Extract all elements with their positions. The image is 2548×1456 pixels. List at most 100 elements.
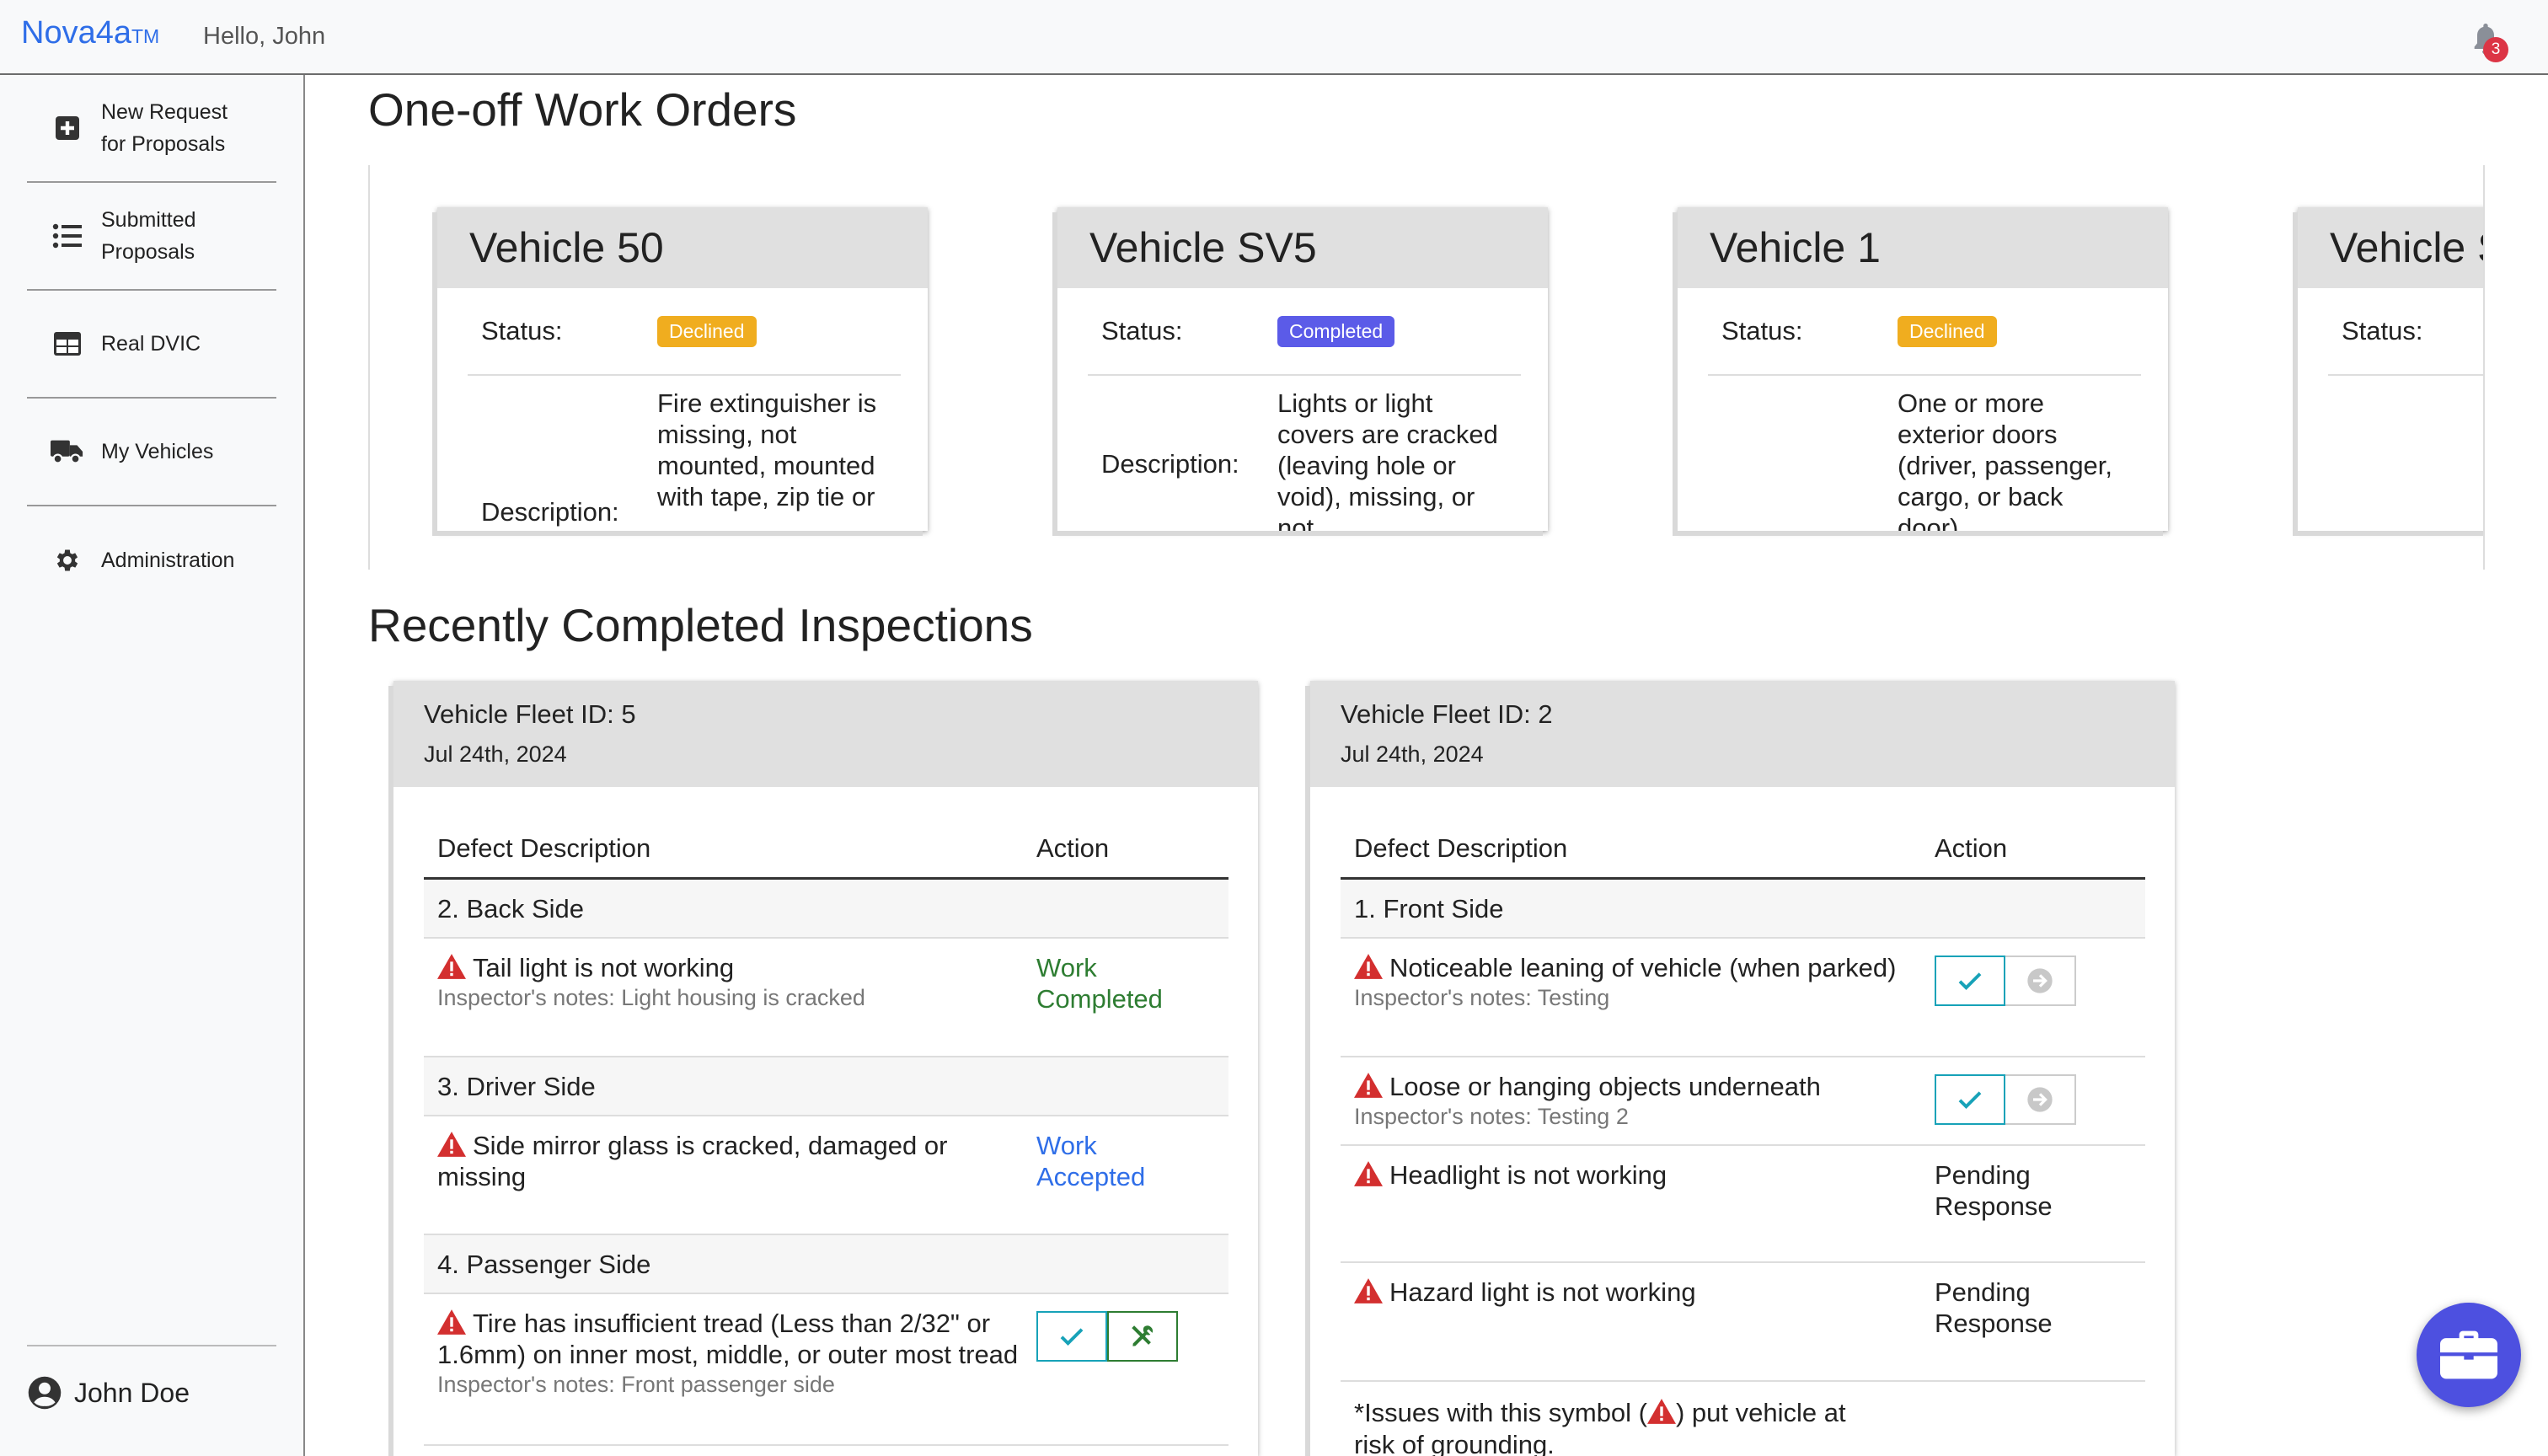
greeting: Hello, John <box>203 23 326 50</box>
sidebar: New Request for Proposals Submitted Prop… <box>0 75 305 1456</box>
grounding-footnote: *Issues with this symbol () put vehicle … <box>1354 1398 1846 1456</box>
action-status: Work Completed <box>1036 953 1163 1014</box>
table-row: Side mirror glass is cracked, damaged or… <box>424 1116 1228 1235</box>
defect-table: Defect Description Action 2. Back Side T… <box>424 787 1228 1446</box>
description-label: Description: <box>1101 449 1239 479</box>
status-label: Status: <box>1721 316 1803 345</box>
warning-icon <box>437 1132 466 1157</box>
top-bar: Nova4aTM Hello, John 3 <box>0 0 2548 75</box>
sidebar-item-label: New Request for Proposals <box>101 100 228 156</box>
section-row: 3. Driver Side <box>424 1057 1228 1116</box>
accept-button[interactable] <box>1036 1311 1107 1362</box>
section-row: 2. Back Side <box>424 880 1228 939</box>
defect-text: Loose or hanging objects underneath <box>1389 1072 1821 1101</box>
sidebar-item-label: My Vehicles <box>101 440 214 463</box>
table-icon <box>51 327 84 361</box>
truck-icon <box>51 435 84 468</box>
inspection-date: Jul 24th, 2024 <box>1341 741 1484 767</box>
inspection-card: Vehicle Fleet ID: 2 Jul 24th, 2024 Defec… <box>1310 681 2175 1456</box>
action-button-group <box>1935 1074 2076 1125</box>
gear-icon <box>51 543 84 577</box>
forward-button[interactable] <box>2005 1074 2076 1125</box>
accept-button[interactable] <box>1935 956 2005 1006</box>
work-order-card[interactable]: Vehicle SV5 Status: Completed Descriptio… <box>1057 207 1548 531</box>
work-order-description: One or more exterior doors (driver, pass… <box>1898 388 2113 531</box>
work-order-description: Lights or light covers are cracked (leav… <box>1277 388 1498 531</box>
sidebar-user[interactable]: John Doe <box>27 1345 276 1410</box>
work-orders-title: One-off Work Orders <box>368 83 797 136</box>
work-order-vehicle: Vehicle 1 <box>1678 207 2168 288</box>
defect-text: Noticeable leaning of vehicle (when park… <box>1389 953 1897 982</box>
column-header-defect: Defect Description <box>437 833 651 863</box>
status-badge: Declined <box>657 315 757 347</box>
warning-icon <box>1354 1073 1383 1098</box>
status-label: Status: <box>1101 316 1183 345</box>
status-label: Status: <box>2342 316 2423 345</box>
table-row: Hazard light is not working Pending Resp… <box>1341 1263 2145 1382</box>
warning-icon <box>437 954 466 979</box>
sidebar-item-label: Administration <box>101 549 235 572</box>
table-row: Loose or hanging objects underneath Insp… <box>1341 1057 2145 1146</box>
fleet-id: Vehicle Fleet ID: 2 <box>1341 699 1553 729</box>
work-order-card[interactable]: Vehicle 50 Status: Declined Description:… <box>437 207 928 531</box>
action-button-group <box>1935 956 2076 1006</box>
table-row: Noticeable leaning of vehicle (when park… <box>1341 939 2145 1057</box>
fleet-id: Vehicle Fleet ID: 5 <box>424 699 636 729</box>
column-header-action: Action <box>1036 833 1110 863</box>
inspection-card: Vehicle Fleet ID: 5 Jul 24th, 2024 Defec… <box>393 681 1258 1456</box>
work-order-vehicle: Vehicle S <box>2298 207 2483 288</box>
sidebar-item-label: Real DVIC <box>101 332 201 356</box>
warning-icon <box>437 1309 466 1335</box>
work-order-vehicle: Vehicle SV5 <box>1057 207 1548 288</box>
table-row: Tail light is not working Inspector's no… <box>424 939 1228 1057</box>
toolbox-fab-button[interactable] <box>2417 1303 2521 1407</box>
inspection-date: Jul 24th, 2024 <box>424 741 567 767</box>
forward-button[interactable] <box>2005 956 2076 1006</box>
table-row: Tire has insufficient tread (Less than 2… <box>424 1294 1228 1446</box>
work-order-card[interactable]: Vehicle S Status: <box>2298 207 2483 531</box>
plus-square-icon <box>51 111 84 145</box>
warning-icon <box>1647 1399 1676 1424</box>
list-icon <box>51 219 84 253</box>
sidebar-item-new-request[interactable]: New Request for Proposals <box>27 75 276 183</box>
sidebar-item-real-dvic[interactable]: Real DVIC <box>27 291 276 399</box>
sidebar-item-label: Submitted Proposals <box>101 208 196 264</box>
section-row: 1. Front Side <box>1341 880 2145 939</box>
inspections-title: Recently Completed Inspections <box>368 599 1033 651</box>
inspector-note: Inspector's notes: Front passenger side <box>437 1372 835 1397</box>
defect-text: Hazard light is not working <box>1389 1277 1696 1307</box>
user-name: John Doe <box>74 1377 190 1408</box>
defect-text: Tail light is not working <box>473 953 735 982</box>
accept-button[interactable] <box>1935 1074 2005 1125</box>
defect-text: Tire has insufficient tread (Less than 2… <box>437 1309 1019 1369</box>
check-icon <box>1060 1328 1084 1346</box>
brand-logo[interactable]: Nova4aTM <box>21 15 159 51</box>
notification-badge: 3 <box>2483 37 2508 62</box>
inspector-note: Inspector's notes: Testing <box>1354 985 1610 1010</box>
inspector-note: Inspector's notes: Testing 2 <box>1354 1104 1629 1129</box>
section-row: 4. Passenger Side <box>424 1235 1228 1294</box>
arrow-circle-right-icon <box>2027 1087 2053 1112</box>
briefcase-icon <box>2440 1330 2497 1379</box>
work-order-card[interactable]: Vehicle 1 Status: Declined One or more e… <box>1678 207 2168 531</box>
table-row: Headlight is not working Pending Respons… <box>1341 1146 2145 1263</box>
warning-icon <box>1354 1278 1383 1303</box>
user-avatar-icon <box>28 1376 62 1410</box>
action-status: Pending Response <box>1935 1160 2053 1221</box>
sidebar-item-submitted-proposals[interactable]: Submitted Proposals <box>27 183 276 291</box>
status-badge: Completed <box>1277 315 1395 347</box>
work-orders-carousel[interactable]: Vehicle 50 Status: Declined Description:… <box>368 165 2485 570</box>
defect-text: Side mirror glass is cracked, damaged or… <box>437 1131 948 1191</box>
sidebar-item-my-vehicles[interactable]: My Vehicles <box>27 399 276 506</box>
repair-button[interactable] <box>1107 1311 1178 1362</box>
tools-icon <box>1132 1325 1154 1346</box>
warning-icon <box>1354 954 1383 979</box>
column-header-action: Action <box>1935 833 2008 863</box>
sidebar-item-administration[interactable]: Administration <box>27 506 276 614</box>
arrow-circle-right-icon <box>2027 968 2053 993</box>
column-header-defect: Defect Description <box>1354 833 1568 863</box>
check-icon <box>1958 1091 1982 1110</box>
work-order-vehicle: Vehicle 50 <box>437 207 928 288</box>
status-badge: Declined <box>1898 315 1997 347</box>
warning-icon <box>1354 1161 1383 1186</box>
